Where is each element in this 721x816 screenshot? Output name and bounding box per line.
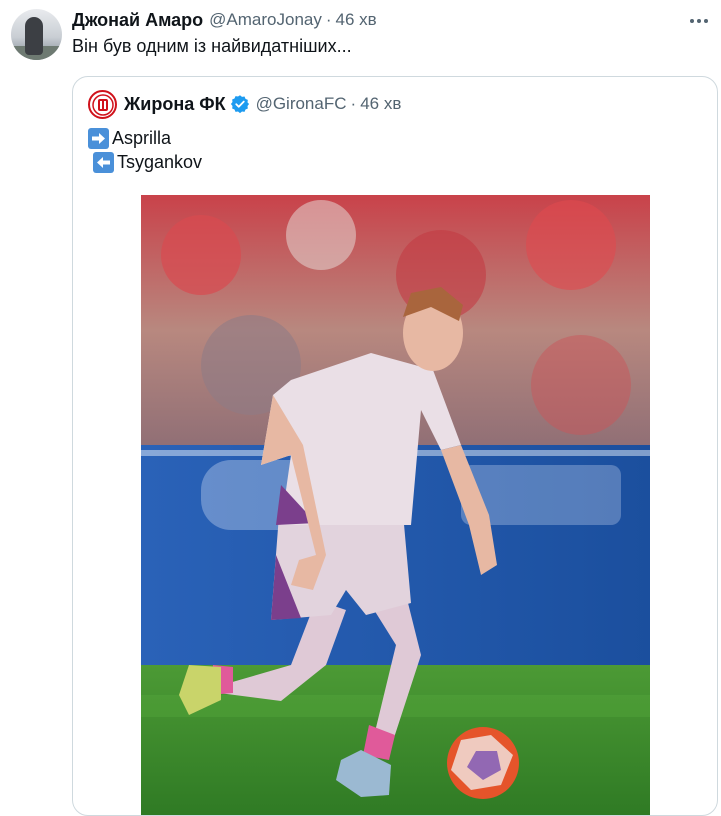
- quoted-separator-dot: ·: [350, 94, 357, 113]
- author-handle[interactable]: @AmaroJonay: [209, 10, 322, 30]
- author-name[interactable]: Джонай Амаро: [72, 10, 203, 31]
- tweet-time[interactable]: 46 хв: [336, 10, 377, 30]
- photo-crowd-blob: [526, 200, 616, 290]
- tweet-header: Джонай Амаро @AmaroJonay · 46 хв: [72, 8, 377, 32]
- quoted-line-in: Asprilla: [88, 128, 171, 149]
- quoted-line-text: Tsygankov: [117, 152, 203, 172]
- verified-badge-icon: [230, 94, 250, 114]
- quoted-line-out: Tsygankov: [93, 152, 202, 173]
- girona-logo-icon[interactable]: [88, 90, 117, 119]
- quoted-line-text: Asprilla: [112, 128, 172, 148]
- arrow-left-icon: [93, 152, 114, 173]
- quoted-author-name[interactable]: Жирона ФК: [124, 94, 226, 115]
- quoted-tweet[interactable]: Жирона ФК @GironaFC · 46 хв Asprilla Tsy…: [72, 76, 718, 816]
- quoted-header: Жирона ФК @GironaFC · 46 хв: [124, 92, 401, 116]
- quoted-author-handle[interactable]: @GironaFC: [256, 94, 347, 114]
- football-player-photo[interactable]: [141, 195, 650, 815]
- arrow-right-icon: [88, 128, 109, 149]
- photo-crowd-blob: [286, 200, 356, 270]
- photo-crowd-blob: [531, 335, 631, 435]
- more-dots-icon[interactable]: [686, 8, 712, 34]
- quoted-time[interactable]: 46 хв: [360, 94, 401, 114]
- tweet-text: Він був одним із найвидатніших...: [72, 36, 352, 56]
- photo-crowd-blob: [161, 215, 241, 295]
- avatar-figure: [25, 17, 43, 55]
- author-avatar[interactable]: [11, 9, 62, 60]
- separator-dot: ·: [325, 10, 332, 29]
